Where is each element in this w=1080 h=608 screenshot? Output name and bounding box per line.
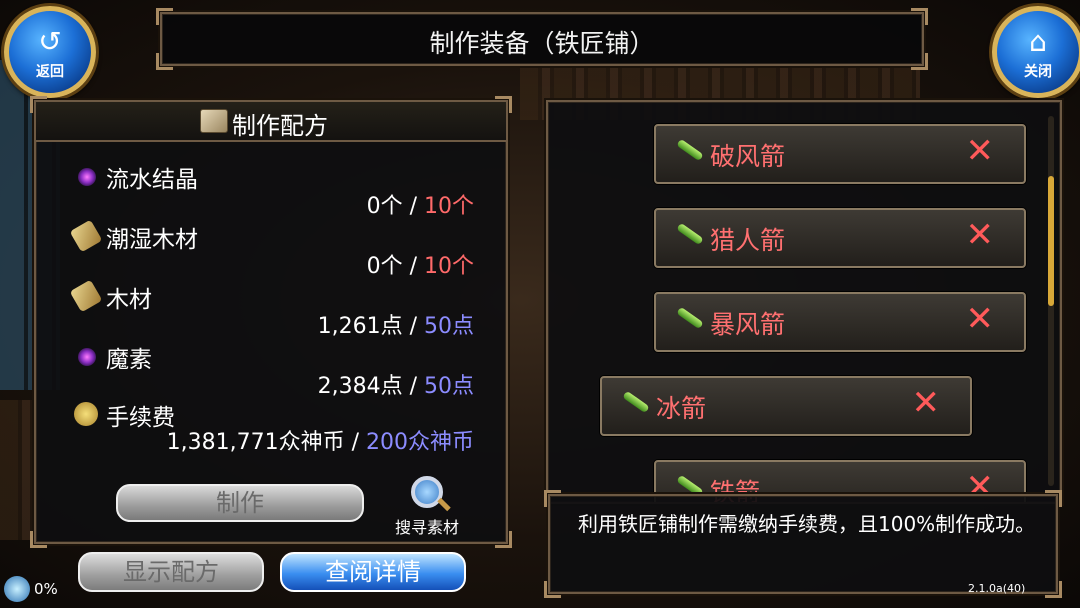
item-name: 破风箭 <box>710 142 786 171</box>
material-quantity: 2,384点 / 50点 <box>317 374 474 399</box>
material-row: 流水结晶 0个 / 10个 <box>36 160 506 219</box>
equipment-list[interactable]: 破风箭 ✕ 猎人箭 ✕ 暴风箭 ✕ 冰箭 ✕ 铁箭 ✕ <box>546 100 1062 504</box>
recipe-book-icon <box>200 109 228 133</box>
material-row: 魔素 2,384点 / 50点 <box>36 340 506 399</box>
back-button-label: 返回 <box>36 64 64 80</box>
page-title: 制作装备（铁匠铺） <box>429 29 655 58</box>
material-name: 木材 <box>106 287 152 313</box>
list-item[interactable]: 破风箭 ✕ <box>654 124 1026 184</box>
list-item[interactable]: 冰箭 ✕ <box>600 376 972 436</box>
material-quantity: 0个 / 10个 <box>366 254 474 279</box>
arrow-icon <box>622 390 650 414</box>
arrow-icon <box>676 138 704 162</box>
recipe-panel: 制作配方 流水结晶 0个 / 10个 潮湿木材 0个 / 10个 木材 1,26… <box>30 96 512 548</box>
description-box: 利用铁匠铺制作需缴纳手续费，且100%制作成功。 <box>544 490 1062 598</box>
show-recipe-button[interactable]: 显示配方 <box>78 552 264 592</box>
material-quantity: 0个 / 10个 <box>366 194 474 219</box>
material-row: 潮湿木材 0个 / 10个 <box>36 219 506 279</box>
title-bar: 制作装备（铁匠铺） <box>156 8 928 70</box>
material-quantity: 1,261点 / 50点 <box>317 314 474 339</box>
item-name: 暴风箭 <box>710 310 786 339</box>
list-item[interactable]: 猎人箭 ✕ <box>654 208 1026 268</box>
material-quantity: 1,381,771众神币 / 200众神币 <box>166 430 474 455</box>
recipe-title: 制作配方 <box>232 112 328 140</box>
loading-icon <box>4 576 30 602</box>
material-row: 手续费 1,381,771众神币 / 200众神币 <box>36 398 506 456</box>
coins-icon <box>74 402 98 426</box>
wood-icon <box>69 279 103 313</box>
crystal-icon <box>78 168 96 186</box>
close-icon[interactable]: ✕ <box>912 384 941 422</box>
item-name: 冰箭 <box>656 394 707 423</box>
material-name: 流水结晶 <box>106 167 198 193</box>
make-button[interactable]: 制作 <box>116 484 364 522</box>
item-name: 猎人箭 <box>710 226 786 255</box>
wood-icon <box>69 219 103 253</box>
view-details-button[interactable]: 查阅详情 <box>280 552 466 592</box>
close-icon[interactable]: ✕ <box>966 216 995 254</box>
close-icon[interactable]: ✕ <box>966 300 995 338</box>
close-icon[interactable]: ✕ <box>966 132 995 170</box>
progress-text: 0% <box>34 580 58 598</box>
close-button-label: 关闭 <box>1024 64 1052 80</box>
back-arrow-icon: ↺ <box>38 25 62 58</box>
material-name: 魔素 <box>106 347 152 373</box>
version-label: 2.1.0a(40) <box>968 582 1026 595</box>
material-name: 潮湿木材 <box>106 227 198 253</box>
home-icon: ⌂ <box>1029 25 1047 58</box>
search-materials-button[interactable]: 搜寻素材 <box>381 474 473 537</box>
description-text: 利用铁匠铺制作需缴纳手续费，且100%制作成功。 <box>578 512 1036 536</box>
scrollbar-thumb[interactable] <box>1048 176 1054 306</box>
recipe-header: 制作配方 <box>36 102 506 142</box>
list-item[interactable]: 暴风箭 ✕ <box>654 292 1026 352</box>
back-button[interactable]: ↺ 返回 <box>4 6 96 98</box>
material-name: 手续费 <box>106 405 175 431</box>
close-button[interactable]: ⌂ 关闭 <box>992 6 1080 98</box>
crystal-icon <box>78 348 96 366</box>
search-materials-label: 搜寻素材 <box>394 518 459 537</box>
material-row: 木材 1,261点 / 50点 <box>36 279 506 339</box>
arrow-icon <box>676 222 704 246</box>
arrow-icon <box>676 306 704 330</box>
